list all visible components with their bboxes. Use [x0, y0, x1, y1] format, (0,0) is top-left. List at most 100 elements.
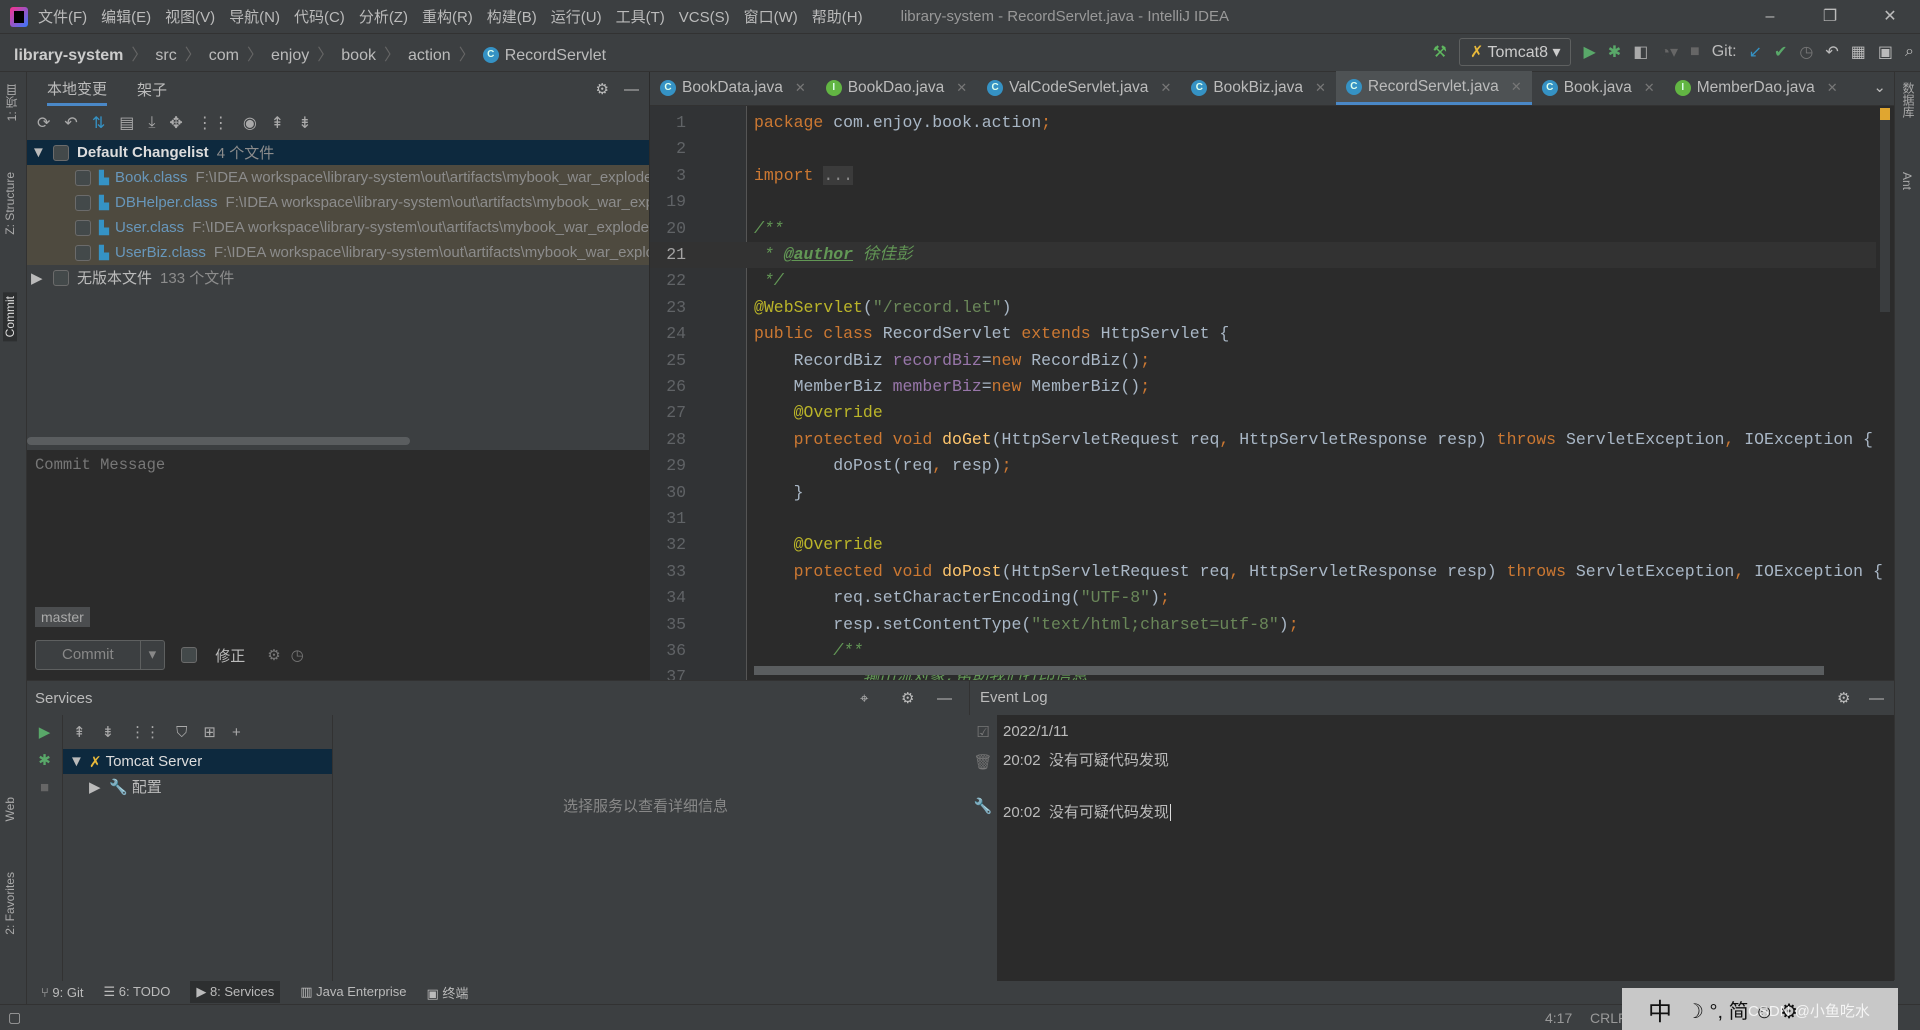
checkbox[interactable]: [75, 169, 91, 186]
editor-tab[interactable]: C Book.java ✕: [1532, 71, 1665, 105]
close-tab-icon[interactable]: ✕: [956, 80, 967, 96]
commit-message-area[interactable]: Commit Message master Commit ▾ 修正 ⚙ ◷: [27, 450, 650, 680]
tool-window-button[interactable]: ▶ 8: Services: [190, 981, 281, 1003]
checkbox[interactable]: [75, 244, 91, 261]
service-config[interactable]: ▶ 🔧 配置: [63, 774, 332, 799]
debug-icon[interactable]: ✱: [1608, 42, 1621, 62]
close-tab-icon[interactable]: ✕: [1160, 80, 1171, 96]
collapse-all-icon[interactable]: ⇟: [298, 113, 311, 133]
run-config-dropdown[interactable]: ✗ Tomcat8 ▾: [1458, 38, 1572, 66]
tool-window-button[interactable]: ☰ 6: TODO: [104, 984, 171, 1000]
warning-marker-icon[interactable]: [1880, 108, 1890, 120]
ant-tab[interactable]: Ant: [1900, 172, 1914, 190]
restore-button[interactable]: ❐: [1800, 0, 1860, 34]
project-structure-icon[interactable]: ▦: [1851, 42, 1866, 62]
close-tab-icon[interactable]: ✕: [795, 80, 806, 96]
collapsed-arrow-icon[interactable]: ▶: [89, 778, 109, 796]
git-update-icon[interactable]: ↙: [1749, 42, 1762, 62]
favorites-tab[interactable]: 2: Favorites: [3, 872, 17, 935]
checkbox[interactable]: [53, 269, 69, 286]
expand-all-icon[interactable]: ⇞: [73, 723, 86, 741]
event-log-settings-icon[interactable]: ⚙: [1837, 689, 1850, 707]
preview-eye-icon[interactable]: ◉: [243, 113, 257, 133]
collapsed-arrow-icon[interactable]: ▶: [31, 269, 53, 287]
shelve-icon[interactable]: ⤓: [148, 114, 155, 132]
commit-options-dropdown[interactable]: ▾: [139, 641, 165, 669]
mark-read-icon[interactable]: ☑: [976, 723, 989, 741]
menu-item[interactable]: 视图(V): [165, 9, 215, 26]
run-icon[interactable]: ▶: [1583, 42, 1595, 62]
search-icon[interactable]: ⌕: [1905, 43, 1914, 61]
menu-item[interactable]: 运行(U): [551, 9, 602, 26]
changelist-default[interactable]: ▼ Default Changelist 4 个文件: [27, 140, 649, 165]
editor-tab[interactable]: C ValCodeServlet.java ✕: [977, 71, 1181, 105]
update-icon[interactable]: ⇅: [92, 113, 105, 133]
checkbox[interactable]: [53, 144, 69, 161]
editor-tab[interactable]: C BookData.java ✕: [650, 71, 816, 105]
menu-item[interactable]: 构建(B): [487, 9, 537, 26]
editor-tab[interactable]: C RecordServlet.java ✕: [1335, 71, 1532, 105]
clear-trash-icon[interactable]: 🗑: [973, 753, 992, 771]
code-area[interactable]: 1 package com.enjoy.book.action; 2 3 import …: [650, 106, 1894, 680]
expand-arrow-icon[interactable]: ▼: [69, 753, 89, 770]
toggle-tool-windows-icon[interactable]: ▢: [8, 1009, 21, 1026]
group-icon[interactable]: ⋮⋮: [197, 113, 229, 133]
menu-item[interactable]: 代码(C): [294, 9, 345, 26]
tab-shelf[interactable]: 架子: [137, 79, 167, 100]
commit-button[interactable]: Commit: [36, 641, 140, 669]
commit-tab[interactable]: Commit: [3, 292, 17, 342]
tool-window-button[interactable]: ▣ 终端: [426, 983, 468, 1002]
amend-checkbox[interactable]: [181, 647, 198, 663]
commit-settings-icon[interactable]: ⚙: [267, 646, 280, 664]
close-tab-icon[interactable]: ✕: [1644, 80, 1655, 96]
horizontal-scrollbar[interactable]: [27, 437, 410, 445]
diff-icon[interactable]: ▤: [119, 113, 134, 133]
git-commit-icon[interactable]: ✔: [1774, 42, 1787, 62]
unversioned-files[interactable]: ▶ 无版本文件 133 个文件: [27, 265, 649, 290]
new-group-icon[interactable]: ⊞: [203, 723, 216, 741]
changed-file-row[interactable]: ▙ User.class F:\IDEA workspace\library-sys…: [27, 215, 649, 240]
web-tab[interactable]: Web: [3, 797, 17, 821]
ime-language[interactable]: 中: [1648, 992, 1672, 1027]
tabs-overflow-chevron-icon[interactable]: ⌄: [1873, 78, 1886, 96]
horizontal-scrollbar[interactable]: [754, 666, 1824, 675]
changed-file-row[interactable]: ▙ Book.class F:\IDEA workspace\library-sys…: [27, 165, 649, 190]
tool-window-button[interactable]: ▥ Java Enterprise: [300, 984, 406, 1000]
git-history-icon[interactable]: ◷: [1799, 42, 1813, 62]
breadcrumb-item[interactable]: RecordServlet: [505, 47, 606, 64]
build-hammer-icon[interactable]: ⚒: [1433, 42, 1447, 62]
breadcrumb-item[interactable]: action: [408, 47, 451, 64]
close-tab-icon[interactable]: ✕: [1827, 80, 1838, 96]
tool-window-button[interactable]: ⑂ 9: Git: [41, 985, 84, 1000]
move-icon[interactable]: ✥: [169, 113, 182, 133]
refresh-icon[interactable]: ⟳: [37, 113, 50, 133]
event-log-hide-icon[interactable]: —: [1869, 690, 1884, 707]
menu-item[interactable]: 窗口(W): [744, 9, 798, 26]
services-settings-icon[interactable]: ⚙: [901, 689, 914, 707]
breadcrumb-item[interactable]: enjoy: [271, 47, 309, 64]
caret-position[interactable]: 4:17: [1545, 1010, 1572, 1026]
checkbox[interactable]: [75, 194, 91, 211]
breadcrumb-item[interactable]: library-system: [14, 47, 123, 64]
project-tab[interactable]: 1: 项目: [3, 84, 20, 121]
wrench-icon[interactable]: 🔧: [974, 797, 993, 815]
checkbox[interactable]: [75, 219, 91, 236]
vertical-scrollbar[interactable]: [1880, 112, 1890, 312]
editor-tab[interactable]: I MemberDao.java ✕: [1665, 71, 1848, 105]
group-by-icon[interactable]: ⋮⋮: [130, 723, 160, 741]
expand-arrow-icon[interactable]: ▼: [31, 144, 53, 161]
commit-history-icon[interactable]: ◷: [291, 646, 304, 664]
rollback-icon[interactable]: ↶: [64, 113, 77, 133]
filter-icon[interactable]: ⛉: [176, 724, 187, 741]
minimize-button[interactable]: –: [1740, 0, 1800, 34]
coverage-icon[interactable]: ◧: [1633, 42, 1648, 62]
close-tab-icon[interactable]: ✕: [1511, 79, 1522, 95]
changed-file-row[interactable]: ▙ UserBiz.class F:\IDEA workspace\library-…: [27, 240, 649, 265]
changed-file-row[interactable]: ▙ DBHelper.class F:\IDEA workspace\library…: [27, 190, 649, 215]
add-service-icon[interactable]: +: [232, 724, 241, 741]
editor-tab[interactable]: C BookBiz.java ✕: [1181, 71, 1336, 105]
collapse-all-icon[interactable]: ⇟: [102, 723, 115, 741]
run-service-icon[interactable]: ▶: [39, 723, 51, 741]
settings-gear-icon[interactable]: ⚙: [596, 80, 609, 98]
services-hide-icon[interactable]: —: [937, 690, 952, 707]
